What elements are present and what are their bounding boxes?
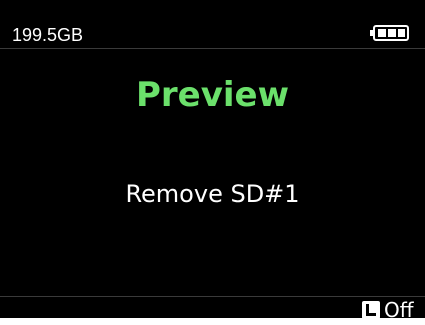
lock-state-label: Off [384,298,414,318]
device-screen: 199.5GB Preview Remove SD#1 Off [0,0,425,318]
status-bar: 199.5GB [0,0,425,48]
lock-indicator: Off [362,299,414,318]
battery-full-icon [370,25,409,41]
status-message: Remove SD#1 [125,180,300,208]
device-frame: 199.5GB Preview Remove SD#1 Off [0,0,425,325]
screen-title: Preview [135,75,290,115]
footer-divider [0,296,425,297]
lock-L-icon [362,301,380,318]
capacity-readout: 199.5GB [12,25,84,45]
status-divider [0,48,425,49]
